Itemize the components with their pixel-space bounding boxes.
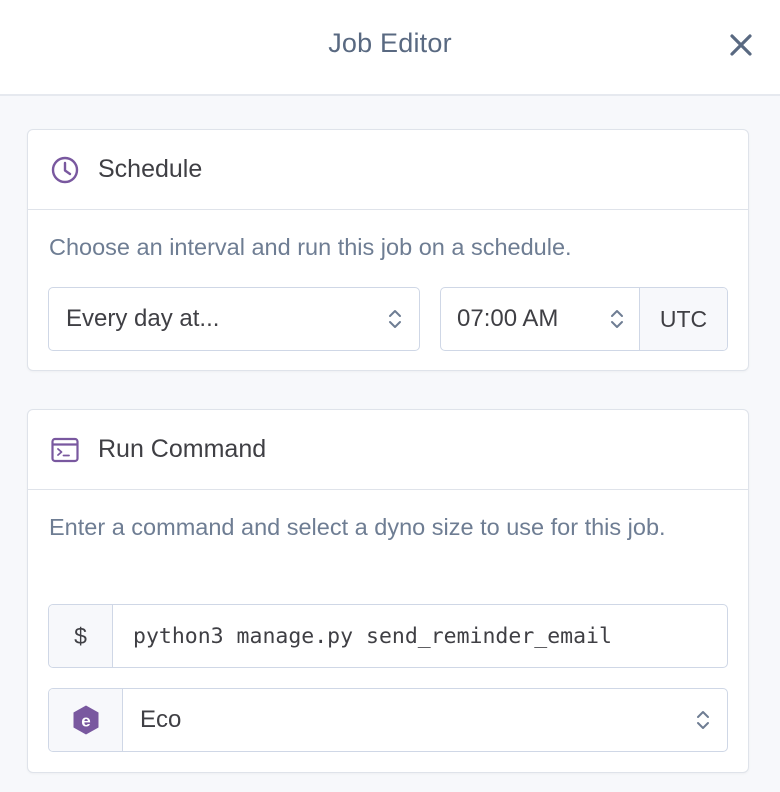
timezone-addon: UTC xyxy=(639,288,727,350)
chevron-updown-icon xyxy=(389,310,401,328)
schedule-description: Choose an interval and run this job on a… xyxy=(49,234,572,260)
chevron-updown-icon xyxy=(697,711,709,729)
dyno-select[interactable]: Eco xyxy=(123,689,727,751)
prompt-symbol: $ xyxy=(74,622,87,649)
eco-dyno-icon: e xyxy=(73,705,98,735)
dyno-select-value: Eco xyxy=(140,706,182,733)
run-command-card: Run Command Enter a command and select a… xyxy=(27,409,749,773)
time-select[interactable]: 07:00 AM xyxy=(441,288,639,350)
command-input[interactable]: python3 manage.py send_reminder_email xyxy=(113,605,727,667)
run-command-description: Enter a command and select a dyno size t… xyxy=(49,514,666,540)
prompt-addon: $ xyxy=(49,605,113,667)
close-button[interactable] xyxy=(724,28,758,62)
schedule-title: Schedule xyxy=(98,155,203,183)
run-command-title: Run Command xyxy=(98,435,267,463)
clock-icon xyxy=(50,155,80,185)
dyno-icon-addon: e xyxy=(49,689,123,751)
schedule-card: Schedule Choose an interval and run this… xyxy=(27,129,749,371)
editor-header: Job Editor xyxy=(0,0,780,96)
command-input-value: python3 manage.py send_reminder_email xyxy=(133,623,612,649)
command-input-group: $ python3 manage.py send_reminder_email xyxy=(48,604,728,668)
terminal-icon xyxy=(50,435,80,465)
time-select-value: 07:00 AM xyxy=(457,305,559,332)
timezone-label: UTC xyxy=(659,305,708,332)
dyno-select-group: e Eco xyxy=(48,688,728,752)
schedule-card-header: Schedule xyxy=(28,130,748,210)
dyno-letter: e xyxy=(81,712,90,731)
interval-select-value: Every day at... xyxy=(66,305,220,332)
chevron-updown-icon xyxy=(611,310,623,328)
time-select-group: 07:00 AM UTC xyxy=(440,287,728,351)
page-title: Job Editor xyxy=(328,28,452,58)
interval-select[interactable]: Every day at... xyxy=(48,287,420,351)
run-command-card-header: Run Command xyxy=(28,410,748,490)
close-icon xyxy=(730,34,752,56)
